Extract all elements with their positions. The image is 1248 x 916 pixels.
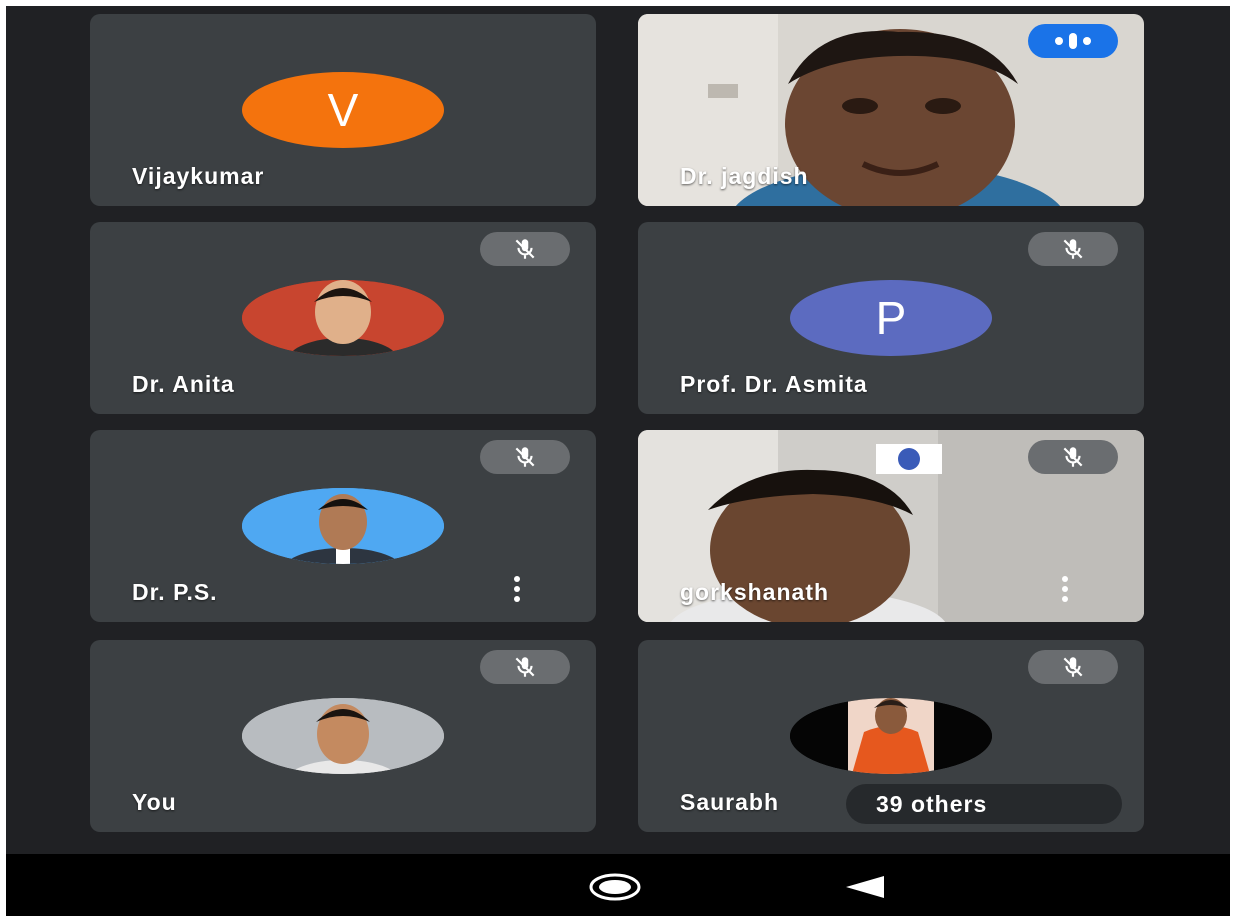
- avatar-letter: P: [875, 292, 907, 344]
- participant-name: Dr. P.S.: [132, 579, 218, 605]
- participant-tile-asmita[interactable]: P Prof. Dr. Asmita: [638, 222, 1144, 414]
- speaking-indicator-icon: [1028, 24, 1118, 58]
- participant-name: You: [132, 789, 177, 815]
- avatar: V: [242, 72, 444, 148]
- participant-tile-vijaykumar[interactable]: V Vijaykumar: [90, 14, 596, 206]
- avatar-letter: V: [327, 84, 359, 136]
- participant-tile-you[interactable]: You: [90, 640, 596, 832]
- mic-off-icon: [1028, 232, 1118, 266]
- participant-name: gorkshanath: [680, 579, 830, 605]
- mic-off-icon: [1028, 440, 1118, 474]
- avatar: [242, 488, 444, 564]
- participant-name: Saurabh: [680, 789, 780, 815]
- avatar: [790, 698, 992, 774]
- participant-tile-jagdish[interactable]: Dr. jagdish: [638, 14, 1144, 206]
- mic-off-icon: [480, 650, 570, 684]
- participant-name: Dr. jagdish: [680, 163, 809, 189]
- avatar: [242, 280, 444, 356]
- participant-tile-gorkshanath[interactable]: gorkshanath: [638, 430, 1144, 622]
- participant-name: Vijaykumar: [132, 163, 265, 189]
- participant-name: Prof. Dr. Asmita: [680, 371, 868, 397]
- avatar: P: [790, 280, 992, 356]
- more-vert-icon[interactable]: [1060, 576, 1070, 602]
- avatar: [242, 698, 444, 774]
- mic-off-icon: [480, 440, 570, 474]
- mic-off-icon: [1028, 650, 1118, 684]
- back-icon[interactable]: [842, 874, 888, 900]
- more-vert-icon[interactable]: [512, 576, 522, 602]
- mic-off-icon: [480, 232, 570, 266]
- home-icon[interactable]: [586, 872, 644, 902]
- participant-tile-ps[interactable]: Dr. P.S.: [90, 430, 596, 622]
- others-participants-button[interactable]: 39 others: [846, 784, 1122, 824]
- participant-tile-anita[interactable]: Dr. Anita: [90, 222, 596, 414]
- participant-name: Dr. Anita: [132, 371, 235, 397]
